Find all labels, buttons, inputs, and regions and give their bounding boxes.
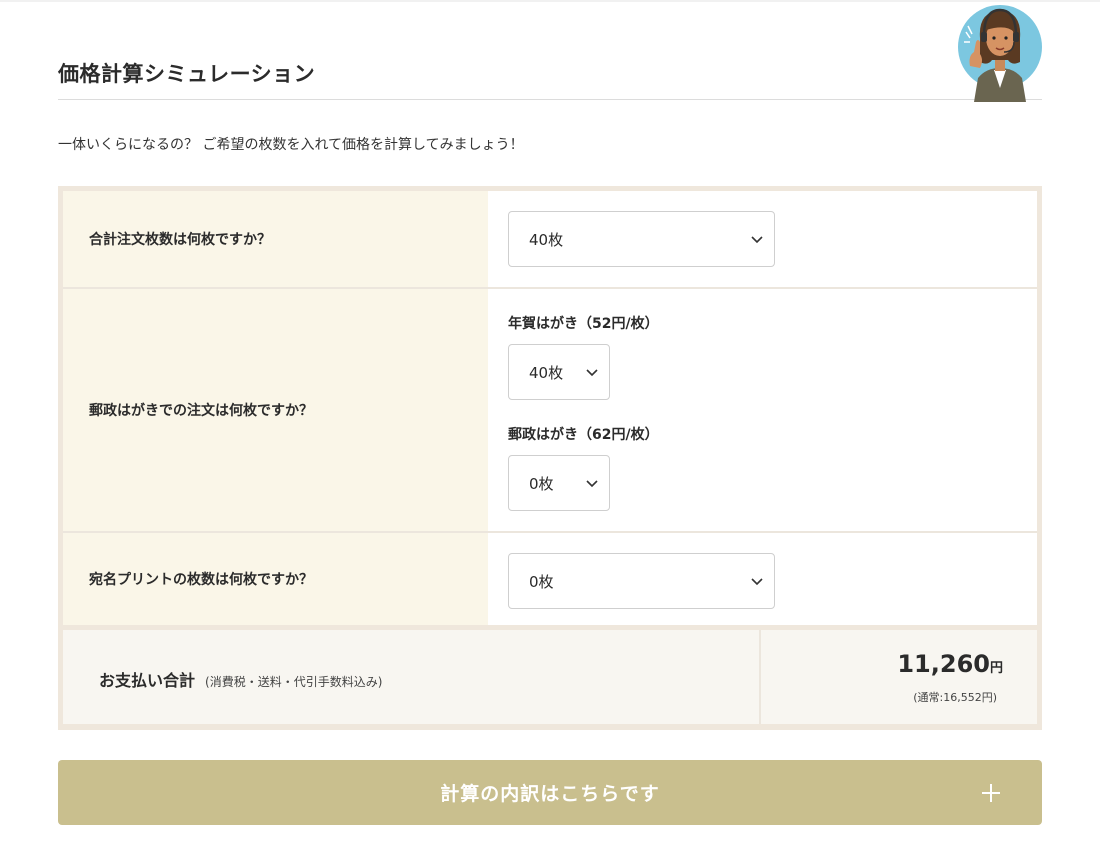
nenga-label: 年賀はがき（52円/枚） [508,316,659,332]
row-postcard: 郵政はがきでの注文は何枚ですか？ 年賀はがき（52円/枚） 40枚 郵政はがき（… [63,289,1037,531]
postcard-cell: 年賀はがき（52円/枚） 40枚 郵政はがき（62円/枚） 0枚 [488,289,1037,531]
regular-price: (通常:16,552円) [913,691,997,704]
breakdown-button-label: 計算の内訳はこちらです [440,783,660,805]
plus-icon [982,783,1000,802]
total-amount: 11,260円 [897,650,1003,678]
title-divider [58,99,1042,100]
simulation-table: 合計注文枚数は何枚ですか？ 40枚 郵政はがきでの注文は何枚ですか？ 年賀はがき… [58,186,1042,730]
address-print-value: 0枚 [529,572,554,591]
nenga-value: 40枚 [529,363,564,382]
postcard-label: 郵政はがきでの注文は何枚ですか？ [63,289,488,531]
chevron-down-icon [751,578,763,586]
page-title: 価格計算シミュレーション [58,62,316,86]
total-amount-value: 11,260 [897,650,990,678]
total-count-cell: 40枚 [488,191,1037,287]
yusei-select[interactable]: 0枚 [508,455,610,511]
nenga-select[interactable]: 40枚 [508,344,610,400]
operator-illustration [956,2,1044,102]
total-count-value: 40枚 [529,230,564,249]
total-count-select[interactable]: 40枚 [508,211,775,267]
payment-total: お支払い合計 (消費税・送料・代引手数料込み) 11,260円 (通常:16,55… [63,630,1037,724]
total-label-text: お支払い合計 [99,671,196,690]
chevron-down-icon [751,236,763,244]
lead-text: 一体いくらになるの？ ご希望の枚数を入れて価格を計算してみましょう！ [58,137,524,153]
address-print-cell: 0枚 [488,533,1037,625]
address-print-label: 宛名プリントの枚数は何枚ですか？ [63,533,488,625]
total-label: お支払い合計 (消費税・送料・代引手数料込み) [99,667,382,691]
chevron-down-icon [586,480,598,488]
top-border [0,0,1100,2]
yusei-label: 郵政はがき（62円/枚） [508,427,659,443]
chevron-down-icon [586,369,598,377]
total-count-label: 合計注文枚数は何枚ですか？ [63,191,488,287]
address-print-select[interactable]: 0枚 [508,553,775,609]
row-address-print: 宛名プリントの枚数は何枚ですか？ 0枚 [63,533,1037,625]
breakdown-toggle-button[interactable]: 計算の内訳はこちらです [58,760,1042,825]
total-divider [759,630,761,724]
yusei-value: 0枚 [529,474,554,493]
total-amount-unit: 円 [989,661,1003,676]
total-note: (消費税・送料・代引手数料込み) [205,675,383,689]
row-total-count: 合計注文枚数は何枚ですか？ 40枚 [63,191,1037,287]
